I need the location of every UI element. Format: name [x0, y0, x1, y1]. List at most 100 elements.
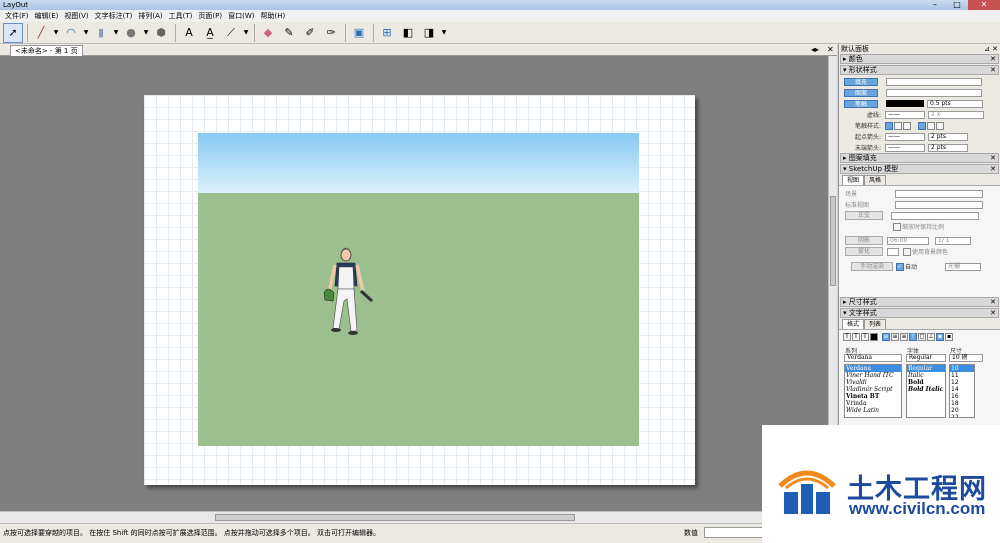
close-tab-icon[interactable]: ✕ [827, 44, 834, 56]
next-page-icon[interactable]: ◨ [419, 23, 439, 43]
section-pattern-fill[interactable]: ▸ 图案填充 ✕ [840, 153, 999, 163]
text-style-icon[interactable]: T [852, 332, 860, 341]
pin-close-icon[interactable]: ⊿ ✕ [984, 44, 998, 54]
menu-tools[interactable]: 工具(T) [166, 10, 196, 22]
menu-arrange[interactable]: 排列(A) [135, 10, 165, 22]
dash-scale-select[interactable]: 1 x [928, 110, 984, 119]
eraser-tool-icon[interactable]: ◆ [258, 23, 278, 43]
close-icon[interactable]: ✕ [990, 154, 996, 162]
list-item[interactable]: 12 [950, 379, 974, 386]
close-icon[interactable]: ✕ [990, 309, 996, 317]
fog-color-swatch[interactable] [887, 247, 899, 256]
line-tool-icon[interactable]: ╱ [31, 23, 51, 43]
align-left-icon[interactable]: ≡ [882, 332, 890, 341]
text-style-icon[interactable]: T [843, 332, 851, 341]
list-item[interactable]: Italic [907, 372, 945, 379]
sketchup-viewport[interactable] [198, 133, 639, 446]
circle-tool-icon[interactable]: ● [121, 23, 141, 43]
menu-text[interactable]: 文字标注(T) [92, 10, 136, 22]
close-icon[interactable]: ✕ [990, 165, 996, 173]
fill-button[interactable]: 填充 [844, 77, 878, 86]
keep-scale-checkbox[interactable] [893, 222, 901, 231]
menu-file[interactable]: 文件(F) [2, 10, 32, 22]
stroke-width-select[interactable]: 0.5 pts [927, 99, 983, 108]
list-item[interactable]: 10 [950, 365, 974, 372]
bullet-icon[interactable]: ▪ [936, 332, 944, 341]
polygon-tool-icon[interactable]: ⬢ [151, 23, 171, 43]
shadows-button[interactable]: 阴影 [845, 236, 883, 245]
chevron-down-icon[interactable]: ▼ [242, 23, 250, 43]
arc-tool-icon[interactable]: ◠ [61, 23, 81, 43]
cap-square-icon[interactable] [903, 121, 911, 130]
list-item[interactable]: Wide Latin [845, 407, 901, 414]
select-tool-icon[interactable]: ➚ [3, 22, 23, 43]
dimension-tool-icon[interactable]: ⟋ [221, 23, 241, 43]
section-dimension-style[interactable]: ▸ 尺寸样式 ✕ [840, 297, 999, 307]
family-list[interactable]: Verdana Viner Hand ITC Vivaldi Vladimir … [844, 364, 902, 418]
menu-edit[interactable]: 编辑(E) [32, 10, 62, 22]
render-button[interactable]: 手动渲染 [851, 262, 893, 271]
tab-format[interactable]: 格式 [842, 319, 865, 329]
list-item[interactable]: 11 [950, 372, 974, 379]
list-item[interactable]: Verdana [845, 365, 901, 372]
family-input[interactable]: Verdana [844, 354, 902, 362]
align-center-icon[interactable]: ≡ [891, 332, 899, 341]
split-tool-icon[interactable]: ✐ [300, 23, 320, 43]
section-sketchup-model[interactable]: ▾ SketchUp 模型 ✕ [840, 164, 999, 174]
ortho-button[interactable]: 正交 [845, 211, 883, 220]
start-arrow-select[interactable]: —— [885, 132, 925, 141]
text-tool-icon[interactable]: A [179, 23, 199, 43]
size-input[interactable]: 10 磅 [949, 354, 983, 362]
add-page-icon[interactable]: ⊞ [377, 23, 397, 43]
chevron-down-icon[interactable]: ▼ [52, 23, 60, 43]
join-round-icon[interactable] [927, 121, 935, 130]
chevron-down-icon[interactable]: ▼ [112, 23, 120, 43]
presentation-icon[interactable]: ▣ [349, 23, 369, 43]
menu-view[interactable]: 视图(V) [61, 10, 91, 22]
standard-view-select[interactable] [895, 200, 983, 209]
shadow-time[interactable]: 06:00 [887, 236, 929, 245]
join-miter-icon[interactable] [918, 121, 926, 130]
end-arrow-size[interactable]: 2 pts [928, 143, 968, 152]
menu-help[interactable]: 帮助(H) [258, 10, 289, 22]
list-item[interactable]: 22 [950, 414, 974, 417]
fill-swatch[interactable] [886, 77, 982, 86]
pattern-swatch[interactable] [886, 88, 982, 97]
typeface-list[interactable]: Regular Italic Bold Bold Italic [906, 364, 946, 418]
list-item[interactable]: Regular [907, 365, 945, 372]
ortho-scale-select[interactable] [891, 211, 979, 220]
list-item[interactable]: Bold [907, 379, 945, 386]
size-list[interactable]: 10 11 12 14 16 18 20 22 [949, 364, 975, 418]
menu-window[interactable]: 窗口(W) [225, 10, 257, 22]
anchor-top-icon[interactable]: ⊤ [909, 332, 917, 341]
page[interactable] [144, 95, 695, 485]
section-text-style[interactable]: ▾ 文字样式 ✕ [840, 308, 999, 318]
list-item[interactable]: Bold Italic [907, 386, 945, 393]
chevron-down-icon[interactable]: ▼ [440, 23, 448, 43]
list-item[interactable]: 18 [950, 400, 974, 407]
pattern-button[interactable]: 图案 [844, 88, 878, 97]
tab-styles[interactable]: 风格 [864, 175, 887, 185]
fog-button[interactable]: 雾化 [845, 247, 883, 256]
stroke-button[interactable]: 笔触 [844, 99, 878, 108]
dash-select[interactable]: —— [885, 110, 925, 119]
cap-round-icon[interactable] [894, 121, 902, 130]
subscript-icon[interactable]: ▪ [945, 332, 953, 341]
list-item[interactable]: 16 [950, 393, 974, 400]
text-color-icon[interactable] [870, 332, 878, 341]
document-tab[interactable]: <未命名> - 第 1 页 [10, 45, 83, 56]
scroll-thumb[interactable] [215, 514, 575, 521]
shadow-date[interactable]: 1/ 1 [935, 236, 971, 245]
close-icon[interactable]: ✕ [968, 0, 1000, 10]
menu-pages[interactable]: 页面(P) [195, 10, 225, 22]
align-right-icon[interactable]: ≡ [900, 332, 908, 341]
maximize-icon[interactable]: □ [946, 0, 968, 10]
horizontal-scrollbar[interactable] [0, 511, 837, 523]
tab-view[interactable]: 视图 [842, 175, 865, 185]
scroll-thumb[interactable] [830, 196, 836, 286]
join-bevel-icon[interactable] [936, 121, 944, 130]
close-icon[interactable]: ✕ [990, 66, 996, 74]
anchor-middle-icon[interactable]: ◻ [918, 332, 926, 341]
label-tool-icon[interactable]: A̲ [200, 23, 220, 43]
scroll-tabs-icon[interactable]: ◂▸ [811, 44, 819, 56]
